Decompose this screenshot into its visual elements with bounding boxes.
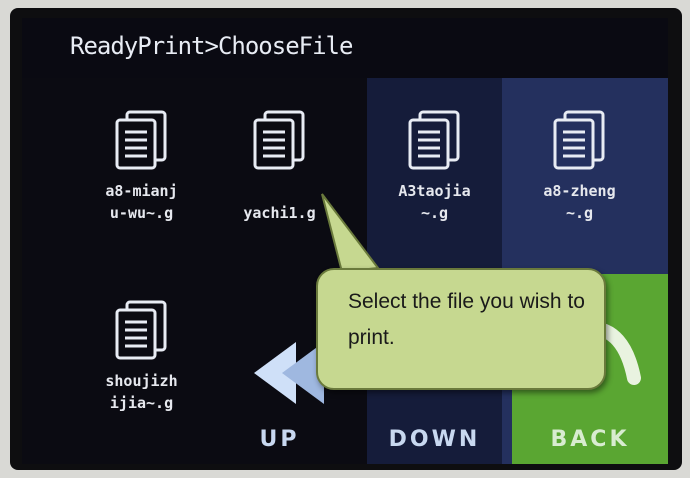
document-icon — [253, 110, 304, 170]
file-name: a8-zheng ~.g — [543, 182, 616, 222]
file-item-5[interactable]: shoujizh ijia~.g — [74, 286, 209, 426]
file-name: A3taojia ~.g — [398, 182, 471, 222]
file-item-3[interactable]: A3taojia ~.g — [367, 96, 502, 236]
back-button-label: BACK — [550, 427, 630, 452]
instruction-callout: Select the file you wish to print. — [316, 268, 606, 390]
file-name: a8-mianj u-wu~.g — [105, 182, 178, 222]
document-icon — [553, 110, 604, 170]
file-name: shoujizh ijia~.g — [105, 372, 178, 412]
file-item-1[interactable]: a8-mianj u-wu~.g — [74, 96, 209, 236]
document-icon — [408, 110, 459, 170]
breadcrumb-title: ReadyPrint>ChooseFile — [70, 32, 353, 60]
callout-pointer — [321, 193, 380, 274]
document-icon — [115, 300, 166, 360]
down-button-label: DOWN — [388, 427, 481, 452]
up-button-label: UP — [259, 427, 300, 452]
callout-text: Select the file you wish to print. — [348, 290, 585, 349]
document-icon — [115, 110, 166, 170]
file-item-4[interactable]: a8-zheng ~.g — [512, 96, 647, 236]
